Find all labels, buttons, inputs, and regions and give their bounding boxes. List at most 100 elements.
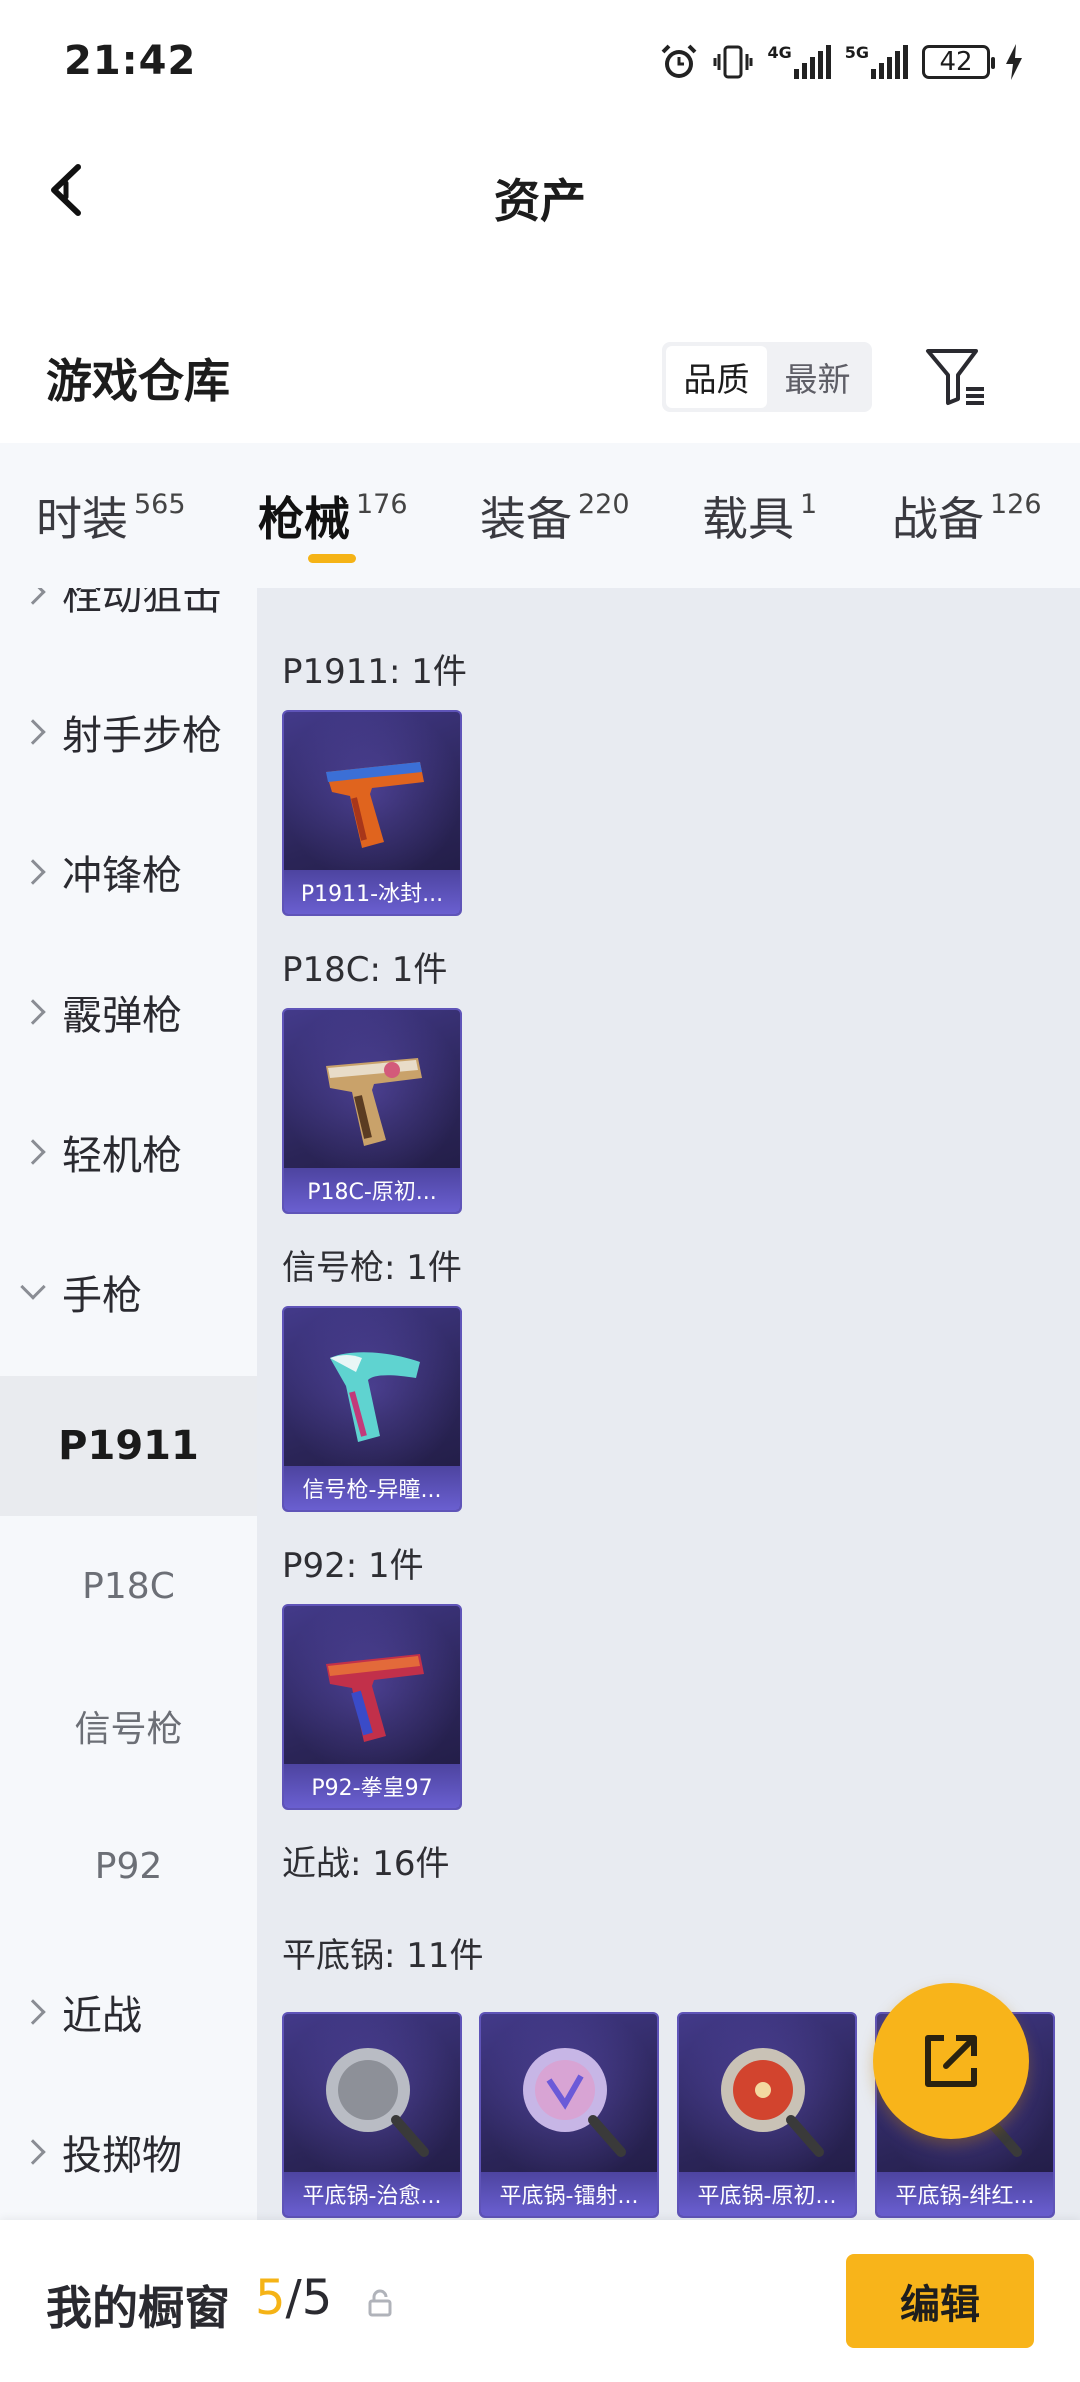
active-tab-indicator <box>308 554 356 563</box>
item-name: 平底锅-绯红... <box>877 2172 1053 2216</box>
sidebar-item-marksman-rifle[interactable]: 射手步枪 <box>0 662 257 802</box>
sort-option-newest[interactable]: 最新 <box>767 346 868 408</box>
sidebar-item-label: 手枪 <box>62 1273 142 1319</box>
chevron-right-icon <box>20 859 46 885</box>
sidebar-item-label: 栓动狙击 <box>62 588 222 619</box>
pistol-skin-icon <box>326 1654 424 1742</box>
vibrate-icon <box>713 42 753 82</box>
showcase-bar: 我的橱窗 5/5 编辑 <box>0 2220 1080 2382</box>
showcase-count-current: 5 <box>255 2270 286 2326</box>
item-name: P1911-冰封... <box>284 870 460 914</box>
sidebar-item-bolt-sniper[interactable]: 栓动狙击 <box>0 588 257 662</box>
melee-total-label: 近战: 16件 <box>282 1844 450 1884</box>
chevron-down-icon <box>20 1274 46 1300</box>
group-label: P18C: 1件 <box>282 950 448 990</box>
tab-count: 176 <box>356 489 408 520</box>
group-label: P92: 1件 <box>282 1546 424 1586</box>
clock: 21:42 <box>64 38 197 84</box>
tab-label: 载具 <box>702 492 794 546</box>
status-bar: 21:42 4G 5G 42 <box>0 0 1080 125</box>
sort-toggle: 品质 最新 <box>662 342 872 412</box>
battery-level: 42 <box>939 47 973 77</box>
item-card[interactable]: 平底锅-镭射... <box>479 2012 659 2218</box>
tab-fashion[interactable]: 时装 565 <box>36 483 186 549</box>
tab-count: 1 <box>800 489 818 520</box>
chevron-right-icon <box>20 588 46 605</box>
pistol-skin-icon <box>326 1058 422 1146</box>
sidebar-item-label: 轻机枪 <box>62 1133 182 1179</box>
status-icons: 4G 5G 42 <box>659 40 1024 84</box>
sidebar-item-smg[interactable]: 冲锋枪 <box>0 802 257 942</box>
sidebar-item-label: 射手步枪 <box>62 713 222 759</box>
signal-4g-label: 4G <box>767 43 792 62</box>
sidebar-item-label: 冲锋枪 <box>62 853 182 899</box>
item-card[interactable]: P18C-原初... <box>282 1008 462 1214</box>
group-label: P1911: 1件 <box>282 652 467 692</box>
item-card[interactable]: 平底锅-原初... <box>677 2012 857 2218</box>
signal-5g-label: 5G <box>844 43 869 62</box>
chevron-right-icon <box>20 1999 46 2025</box>
item-name: 平底锅-镭射... <box>481 2172 657 2216</box>
filter-button[interactable] <box>922 345 992 409</box>
app-header: 资产 <box>0 125 1080 255</box>
sidebar-item-lmg[interactable]: 轻机枪 <box>0 1082 257 1222</box>
page-title: 资产 <box>494 174 586 228</box>
item-card[interactable]: 信号枪-异瞳... <box>282 1306 462 1512</box>
sidebar-subitem-p1911[interactable]: P1911 <box>0 1376 257 1516</box>
item-name: P18C-原初... <box>284 1168 460 1212</box>
showcase-count: 5/5 <box>255 2270 332 2326</box>
battery-icon: 42 <box>922 45 995 79</box>
tab-label: 战备 <box>892 492 984 546</box>
showcase-count-total: /5 <box>285 2270 333 2326</box>
category-tabs: 时装 565 枪械 176 装备 220 载具 1 战备 126 <box>0 443 1080 588</box>
sidebar-subitem-flare-gun[interactable]: 信号枪 <box>0 1656 257 1796</box>
sidebar-item-pistol[interactable]: 手枪 <box>0 1222 257 1362</box>
item-name: 信号枪-异瞳... <box>284 1466 460 1510</box>
lock-icon <box>365 2288 395 2318</box>
chevron-right-icon <box>20 719 46 745</box>
tab-supplies[interactable]: 战备 126 <box>892 483 1042 549</box>
pan-skin-icon <box>721 2048 824 2157</box>
pan-skin-icon <box>523 2048 626 2157</box>
alarm-icon <box>659 42 699 82</box>
pistol-skin-icon <box>326 762 424 848</box>
group-label: 信号枪: 1件 <box>282 1248 462 1288</box>
sidebar-item-melee[interactable]: 近战 <box>0 1942 257 2082</box>
item-name: 平底锅-原初... <box>679 2172 855 2216</box>
group-label: 平底锅: 11件 <box>282 1936 484 1976</box>
section-title: 游戏仓库 <box>46 354 230 408</box>
sidebar-item-shotgun[interactable]: 霰弹枪 <box>0 942 257 1082</box>
chevron-right-icon <box>20 999 46 1025</box>
signal-5g-icon: 5G <box>845 45 908 79</box>
category-sidebar: 栓动狙击 射手步枪 冲锋枪 霰弹枪 轻机枪 手枪 P1911 P18C 信号枪 … <box>0 588 257 2220</box>
chevron-right-icon <box>20 2139 46 2165</box>
share-icon <box>925 2035 977 2087</box>
share-button[interactable] <box>873 1983 1029 2139</box>
signal-4g-icon: 4G <box>767 43 831 79</box>
tab-count: 220 <box>578 489 630 520</box>
showcase-title: 我的橱窗 <box>46 2281 230 2335</box>
item-grid-panel: P1911: 1件 P1911-冰封... P18C: 1件 P18C-原初..… <box>257 588 1080 2220</box>
sidebar-subitem-p92[interactable]: P92 <box>0 1796 257 1936</box>
edit-button[interactable]: 编辑 <box>846 2254 1034 2348</box>
sidebar-item-throwables[interactable]: 投掷物 <box>0 2082 257 2220</box>
item-card[interactable]: P1911-冰封... <box>282 710 462 916</box>
tab-count: 126 <box>990 489 1042 520</box>
tab-equipment[interactable]: 装备 220 <box>480 483 630 549</box>
tab-count: 565 <box>134 489 186 520</box>
pan-skin-icon <box>326 2048 429 2157</box>
flare-gun-skin-icon <box>330 1352 420 1442</box>
tab-vehicles[interactable]: 载具 1 <box>702 483 817 549</box>
item-card[interactable]: 平底锅-治愈... <box>282 2012 462 2218</box>
sidebar-item-label: 近战 <box>62 1993 142 2039</box>
tab-weapons[interactable]: 枪械 176 <box>258 483 408 549</box>
sort-option-quality[interactable]: 品质 <box>666 346 767 408</box>
tab-label: 枪械 <box>258 492 350 546</box>
charging-icon <box>1004 44 1024 80</box>
sidebar-item-label: 投掷物 <box>62 2133 182 2179</box>
chevron-right-icon <box>20 1139 46 1165</box>
item-card[interactable]: P92-拳皇97 <box>282 1604 462 1810</box>
item-name: 平底锅-治愈... <box>284 2172 460 2216</box>
tab-label: 时装 <box>36 492 128 546</box>
sidebar-subitem-p18c[interactable]: P18C <box>0 1516 257 1656</box>
